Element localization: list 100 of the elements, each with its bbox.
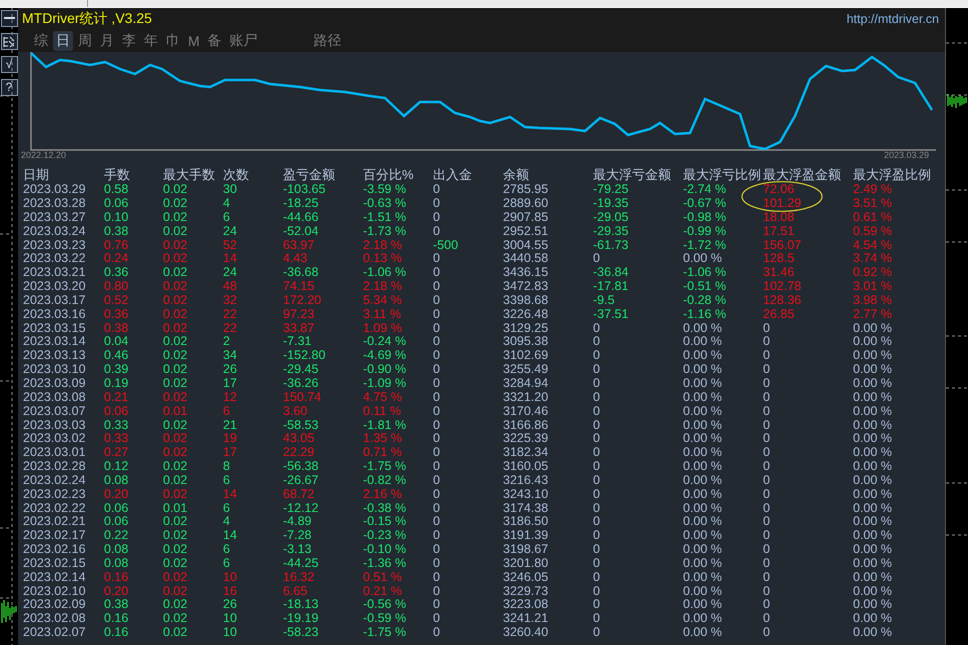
table-cell-text: 3.74 % (853, 252, 893, 266)
table-cell-text: 0.00 % (683, 556, 723, 570)
table-cell-text: 0.11 % (363, 404, 402, 418)
table-cell-text: 0 (433, 308, 441, 322)
table-cell-text: 2023.03.23 (23, 238, 87, 252)
table-cell-text: 0 (433, 210, 441, 224)
table-cell-text: 3436.15 (503, 266, 550, 280)
table-cell-text: 0 (763, 502, 771, 516)
table-cell-text: 3004.55 (503, 238, 550, 252)
table-cell-text: 2 (223, 335, 231, 349)
table-cell-text: 0 (763, 335, 771, 349)
table-cell-text: -44.25 (283, 556, 320, 570)
table-cell-text: 0.02 (163, 446, 188, 460)
table-cell-text: -0.99 % (683, 224, 728, 238)
table-cell-text: 2023.02.14 (23, 570, 87, 584)
table-cell-text: 3216.43 (503, 474, 550, 488)
tab[interactable]: 周 (75, 31, 95, 51)
table-cell-text: -61.73 (593, 238, 630, 252)
table-cell-text: -0.90 % (363, 363, 408, 377)
table-cell-text: 0.02 (163, 210, 188, 224)
table-cell-text: 0.00 % (683, 390, 723, 404)
table-cell-text: 0 (763, 584, 771, 598)
table-cell-text: 0.00 % (683, 349, 723, 363)
table-cell-text: 3321.20 (503, 390, 550, 404)
table-cell-text: 0.36 (104, 266, 130, 280)
minimize-button[interactable] (0, 10, 18, 27)
website-link[interactable]: http://mtdriver.cn (846, 12, 939, 26)
table-cell-text: -0.28 % (683, 294, 728, 308)
table-cell-text: 0.21 (104, 390, 130, 404)
table-cell-text: 19 (223, 432, 238, 446)
table-cell-text: 2023.03.17 (23, 294, 87, 308)
tab[interactable]: 日 (53, 31, 73, 51)
table-cell-text: 6.65 (283, 584, 308, 598)
table-cell-text: -103.65 (283, 183, 326, 197)
table-cell-text: 48 (223, 280, 238, 294)
table-cell-text: 2023.03.10 (23, 363, 87, 377)
table-cell-text: 0 (433, 266, 441, 280)
table-cell-text: 16.32 (283, 570, 316, 584)
table-cell-text: 0 (593, 349, 601, 363)
tab[interactable]: 李 (119, 31, 139, 51)
table-cell-text: 0 (593, 515, 601, 529)
table-cell-text: 0 (593, 598, 601, 612)
table-cell-text: -18.13 (283, 598, 320, 612)
table-cell-text: 2023.03.09 (23, 376, 87, 390)
table-cell-text: 3129.25 (503, 322, 550, 336)
table-cell-text: -1.06 % (683, 266, 728, 280)
table-cell-text: 22.29 (283, 446, 316, 460)
table-cell-text: 0.00 % (853, 404, 893, 418)
table-cell-text: 0.02 (163, 626, 188, 640)
column-header: 日期 (23, 167, 50, 182)
table-cell-text: -0.98 % (683, 210, 728, 224)
side-button[interactable]: ? (0, 79, 18, 96)
table-cell-text: 3255.49 (503, 363, 550, 377)
tab[interactable]: 巾 (163, 31, 183, 51)
table-cell-text: 0.16 (104, 570, 130, 584)
table-cell-text: 0 (593, 556, 601, 570)
tab[interactable]: 月 (97, 31, 117, 51)
table-cell-text: -1.81 % (363, 418, 408, 432)
table-cell-text: 0.02 (163, 238, 188, 252)
table-cell-text: 14 (223, 252, 238, 266)
tab[interactable]: 年 (141, 31, 161, 51)
table-cell-text: 0.00 % (853, 446, 893, 460)
window-title: MTDriver统计 ,V3.25 (22, 10, 152, 28)
table-cell-text: 0.00 % (683, 488, 723, 502)
table-cell-text: -1.75 % (363, 460, 408, 474)
table-cell-text: 0.22 (104, 529, 130, 543)
tab[interactable]: M (185, 32, 203, 50)
tab[interactable]: 账尸 (226, 31, 261, 51)
table-cell-text: 0.00 % (853, 502, 893, 516)
table-cell-text: 0 (763, 460, 771, 474)
toolbar-button[interactable] (0, 33, 18, 50)
table-cell-text: 0.04 (104, 335, 130, 349)
table-cell-text: 0.02 (163, 390, 188, 404)
side-button[interactable]: √ (0, 56, 18, 73)
table-cell-text: 2023.02.23 (23, 488, 87, 502)
table-cell-text: 0.00 % (853, 529, 893, 543)
tab[interactable]: 路径 (310, 31, 345, 51)
table-cell-text: 2785.95 (503, 183, 550, 197)
table-cell-text: 0.00 % (683, 460, 723, 474)
table-cell-text: 17 (223, 446, 238, 460)
table-cell-text: 0 (593, 474, 601, 488)
tab[interactable]: 综 (31, 31, 51, 51)
table-cell-text: 0 (433, 529, 441, 543)
table-cell-text: 30 (223, 183, 238, 197)
table-cell-text: -36.68 (283, 266, 320, 280)
table-cell-text: 0.02 (163, 294, 188, 308)
table-cell-text: 31.46 (763, 266, 796, 280)
tab[interactable]: 备 (204, 31, 225, 51)
table-cell-text: 0.00 % (853, 584, 893, 598)
table-cell-text: 0.06 (104, 502, 130, 516)
table-cell-text: 0.00 % (683, 322, 723, 336)
table-cell-text: 0.00 % (853, 335, 893, 349)
table-cell-text: 2023.03.15 (23, 322, 87, 336)
table-cell-text: 0 (433, 543, 441, 557)
table-cell-text: 3440.58 (503, 252, 550, 266)
table-cell-text: 0.00 % (683, 626, 723, 640)
table-cell-text: -19.19 (283, 612, 320, 626)
table-cell-text: -7.28 (283, 529, 312, 543)
table-cell-text: 0 (763, 404, 771, 418)
table-cell-text: 0.36 (104, 308, 130, 322)
